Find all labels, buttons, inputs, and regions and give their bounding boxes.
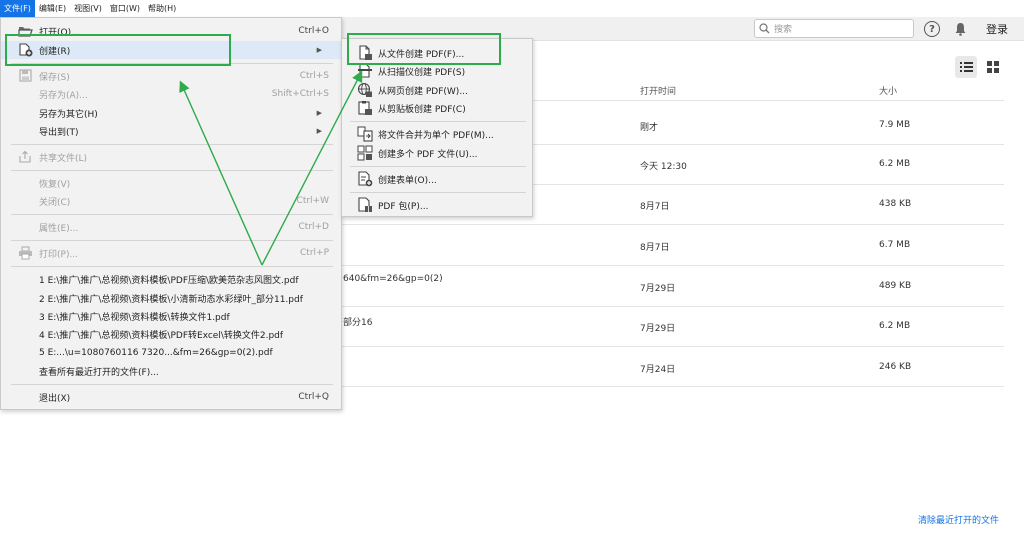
submenu-item-from-web[interactable]: 从网页创建 PDF(W)... [342,81,532,99]
cell-opened: 8月7日 [640,243,670,253]
help-icon[interactable]: ? [924,21,940,37]
menu-file[interactable]: 文件(F) [0,0,35,17]
divider [11,266,333,267]
divider [340,346,1004,347]
cell-opened: 今天 12:30 [640,162,687,172]
chevron-right-icon: ▶ [316,46,322,54]
divider [11,240,333,241]
search-placeholder: 搜索 [774,25,793,35]
chevron-right-icon: ▶ [316,109,322,117]
clipboard-icon [358,101,372,115]
menu-item-close[interactable]: 关闭(C) Ctrl+W [1,192,341,210]
login-link[interactable]: 登录 [986,21,1008,37]
chevron-right-icon: ▶ [316,127,322,135]
divider [340,306,1004,307]
combine-files-icon [357,126,373,142]
submenu-item-multiple[interactable]: 创建多个 PDF 文件(U)... [342,144,532,162]
recent-file-item[interactable]: 5 E:...\u=1080760116 7320...&fm=26&gp=0(… [1,344,341,362]
grid-view-icon [987,61,999,73]
file-menu: 打开(O)... Ctrl+O 创建(R) ▶ 保存(S) Ctrl+S 另存为… [0,17,342,410]
menu-view[interactable]: 视图(V) [70,0,106,17]
divider [350,121,526,122]
menu-item-print[interactable]: 打印(P)... Ctrl+P [1,244,341,262]
globe-icon [357,82,372,97]
recent-file-item[interactable]: 1 E:\推广\推广\总视频\资料模板\PDF压缩\欧美范杂志风图文.pdf [1,270,341,288]
cell-opened: 7月29日 [640,284,676,294]
menu-item-save-as[interactable]: 另存为(A)... Shift+Ctrl+S [1,85,341,103]
cell-opened: 8月7日 [640,202,670,212]
cell-filename: 部分16 [343,318,373,328]
annotation-highlight-create [5,34,231,66]
cell-size: 489 KB [879,281,912,291]
printer-icon [19,246,32,260]
menu-item-properties[interactable]: 属性(E)... Ctrl+D [1,218,341,236]
cell-size: 438 KB [879,199,912,209]
menu-item-save-as-other[interactable]: 另存为其它(H) ▶ [1,104,341,122]
divider [350,192,526,193]
menu-item-export-to[interactable]: 导出到(T) ▶ [1,122,341,140]
list-view-button[interactable] [955,56,977,78]
cell-size: 6.2 MB [879,321,911,331]
recent-file-item[interactable]: 3 E:\推广\推广\总视频\资料模板\转换文件1.pdf [1,307,341,325]
column-header-size[interactable]: 大小 [879,84,897,97]
recent-file-item[interactable]: 4 E:\推广\推广\总视频\资料模板\PDF转Excel\转换文件2.pdf [1,325,341,343]
divider [11,214,333,215]
submenu-item-from-clipboard[interactable]: 从剪贴板创建 PDF(C) [342,99,532,117]
cell-size: 6.7 MB [879,240,911,250]
divider [11,144,333,145]
multiple-pdf-icon [357,145,373,161]
pdf-package-icon [358,197,372,212]
grid-view-button[interactable] [982,56,1004,78]
menu-item-share[interactable]: 共享文件(L) [1,148,341,166]
cell-filename: 640&fm=26&gp=0(2) [343,274,443,284]
cell-opened: 7月29日 [640,324,676,334]
recent-file-item[interactable]: 2 E:\推广\推广\总视频\资料模板\小清新动态水彩绿叶_部分11.pdf [1,289,341,307]
cell-opened: 7月24日 [640,365,676,375]
cell-size: 246 KB [879,362,912,372]
bell-icon[interactable] [952,21,968,37]
menu-window[interactable]: 窗口(W) [106,0,144,17]
divider [350,166,526,167]
divider [340,386,1004,387]
menu-item-exit[interactable]: 退出(X) Ctrl+Q [1,388,341,406]
menubar: 文件(F) 编辑(E) 视图(V) 窗口(W) 帮助(H) [0,0,1024,17]
cell-size: 6.2 MB [879,159,911,169]
menu-edit[interactable]: 编辑(E) [35,0,70,17]
save-icon [19,69,32,82]
menu-item-revert[interactable]: 恢复(V) [1,174,341,192]
annotation-highlight-from-file [347,33,501,65]
scanner-icon [358,63,372,78]
menu-item-save[interactable]: 保存(S) Ctrl+S [1,67,341,85]
clear-recent-link[interactable]: 清除最近打开的文件 [918,513,999,526]
submenu-item-combine[interactable]: 将文件合并为单个 PDF(M)... [342,125,532,143]
search-icon [759,23,770,34]
cell-opened: 刚才 [640,123,659,133]
submenu-item-form[interactable]: 创建表单(O)... [342,170,532,188]
list-view-icon [959,62,973,72]
cell-size: 7.9 MB [879,120,911,130]
menu-help[interactable]: 帮助(H) [144,0,180,17]
form-icon [358,171,373,187]
divider [340,224,1004,225]
divider [11,170,333,171]
submenu-item-package[interactable]: PDF 包(P)... [342,196,532,214]
menu-item-view-all-recent[interactable]: 查看所有最近打开的文件(F)... [1,362,341,380]
search-input[interactable]: 搜索 [754,19,914,38]
divider [11,384,333,385]
column-header-opened[interactable]: 打开时间 [640,84,676,97]
divider [340,265,1004,266]
share-icon [19,150,31,163]
